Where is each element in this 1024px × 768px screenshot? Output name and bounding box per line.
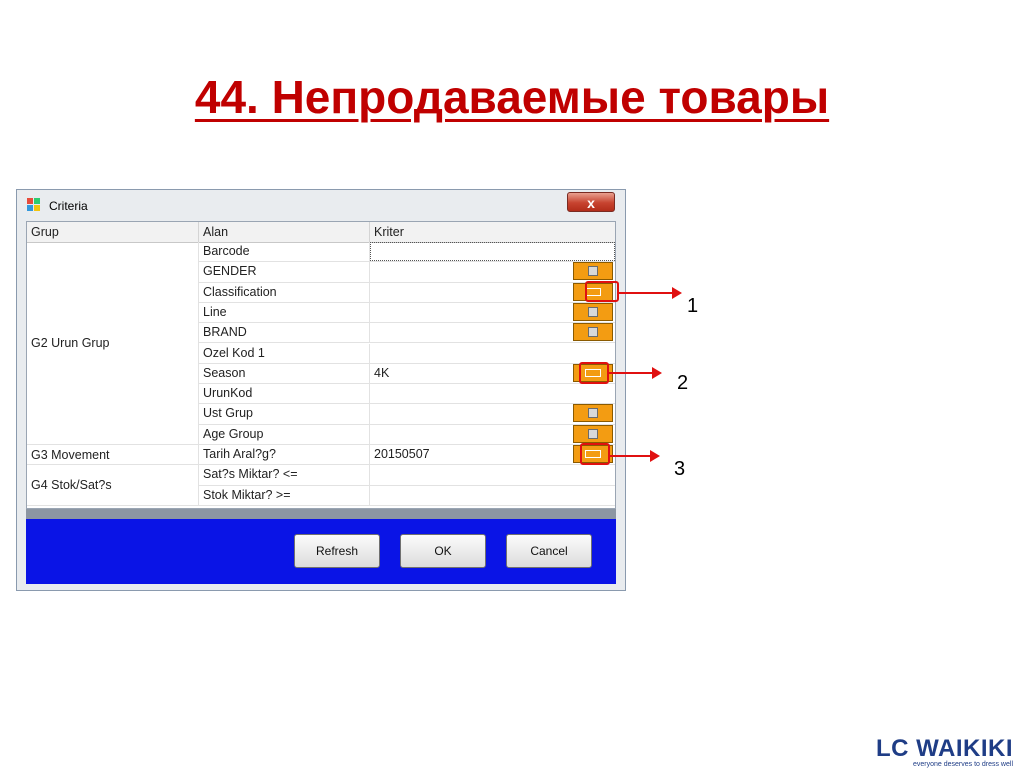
kriter-input[interactable] <box>370 384 615 403</box>
table-row[interactable]: Line <box>199 302 615 324</box>
column-header-kriter[interactable]: Kriter <box>370 222 615 242</box>
arrow-right-icon <box>650 450 660 462</box>
picker-button[interactable] <box>573 302 613 321</box>
table-row[interactable]: Tarih Aral?g? 20150507 <box>199 445 615 466</box>
picker-button[interactable] <box>573 323 613 342</box>
alan-cell: Age Group <box>199 424 370 444</box>
refresh-button[interactable]: Refresh <box>294 534 380 568</box>
alan-cell: Stok Miktar? >= <box>199 485 370 505</box>
callout-number-1: 1 <box>687 295 699 317</box>
highlight-box-1 <box>585 281 619 302</box>
list-icon <box>588 428 598 439</box>
table-row[interactable]: UrunKod <box>199 384 615 405</box>
callout-arrow-1 <box>619 292 675 294</box>
group-cell-g3[interactable]: G3 Movement <box>27 445 199 465</box>
close-button[interactable]: x <box>567 192 615 212</box>
window-icon <box>27 198 41 212</box>
callout-number-3: 3 <box>674 458 686 480</box>
alan-cell: UrunKod <box>199 384 370 404</box>
list-icon <box>588 266 598 277</box>
table-row[interactable]: Sat?s Miktar? <= <box>199 465 615 486</box>
list-icon <box>588 408 598 419</box>
highlight-box-2 <box>579 362 609 384</box>
column-header-alan[interactable]: Alan <box>199 222 370 242</box>
kriter-input[interactable] <box>370 344 615 363</box>
table-row[interactable]: Stok Miktar? >= <box>199 485 615 506</box>
slide-title: 44. Непродаваемые товары <box>194 71 830 123</box>
cancel-button[interactable]: Cancel <box>506 534 592 568</box>
criteria-dialog: Criteria x Grup Alan Kriter G2 Urun Grup… <box>16 189 626 591</box>
brand-logo: LC WAIKIKI everyone deserves to dress we… <box>876 735 1013 768</box>
arrow-right-icon <box>652 367 662 379</box>
alan-cell: Ust Grup <box>199 404 370 424</box>
table-row[interactable]: Age Group <box>199 424 615 445</box>
alan-cell: BRAND <box>199 323 370 343</box>
criteria-grid: Grup Alan Kriter G2 Urun Grup G3 Movemen… <box>26 221 616 509</box>
callout-arrow-2 <box>609 372 655 374</box>
table-row[interactable]: Season 4K <box>199 363 615 385</box>
dialog-footer: Refresh OK Cancel <box>26 519 616 584</box>
highlight-box-3 <box>580 443 610 465</box>
group-cell-g2[interactable]: G2 Urun Grup <box>27 242 199 445</box>
callout-number-2: 2 <box>677 372 689 394</box>
kriter-input[interactable] <box>370 486 615 505</box>
list-icon <box>588 327 598 338</box>
table-row[interactable]: Ust Grup <box>199 404 615 425</box>
kriter-input[interactable] <box>370 465 615 484</box>
kriter-input[interactable] <box>370 242 615 262</box>
ok-button[interactable]: OK <box>400 534 486 568</box>
picker-button[interactable] <box>573 424 613 443</box>
alan-cell: Classification <box>199 282 370 302</box>
list-icon <box>588 306 598 317</box>
arrow-right-icon <box>672 287 682 299</box>
alan-cell: Sat?s Miktar? <= <box>199 465 370 485</box>
logo-text: LC WAIKIKI <box>876 735 1013 762</box>
table-row[interactable]: Ozel Kod 1 <box>199 343 615 364</box>
alan-cell: Ozel Kod 1 <box>199 343 370 363</box>
picker-button[interactable] <box>573 404 613 423</box>
table-row[interactable]: BRAND <box>199 323 615 344</box>
dialog-title: Criteria <box>49 199 88 213</box>
table-row[interactable]: Barcode <box>199 242 615 263</box>
alan-cell: Season <box>199 363 370 384</box>
alan-cell: Barcode <box>199 242 370 262</box>
alan-cell: Tarih Aral?g? <box>199 445 370 465</box>
horizontal-scrollbar[interactable] <box>26 509 616 519</box>
dialog-titlebar[interactable]: Criteria x <box>17 190 625 220</box>
column-header-grup[interactable]: Grup <box>27 222 199 242</box>
grid-header: Grup Alan Kriter <box>27 222 615 243</box>
alan-cell: GENDER <box>199 262 370 282</box>
table-row[interactable]: Classification <box>199 282 615 303</box>
callout-arrow-3 <box>610 455 652 457</box>
alan-cell: Line <box>199 302 370 323</box>
group-cell-g4[interactable]: G4 Stok/Sat?s <box>27 465 199 506</box>
table-row[interactable]: GENDER <box>199 262 615 283</box>
picker-button[interactable] <box>573 262 613 281</box>
